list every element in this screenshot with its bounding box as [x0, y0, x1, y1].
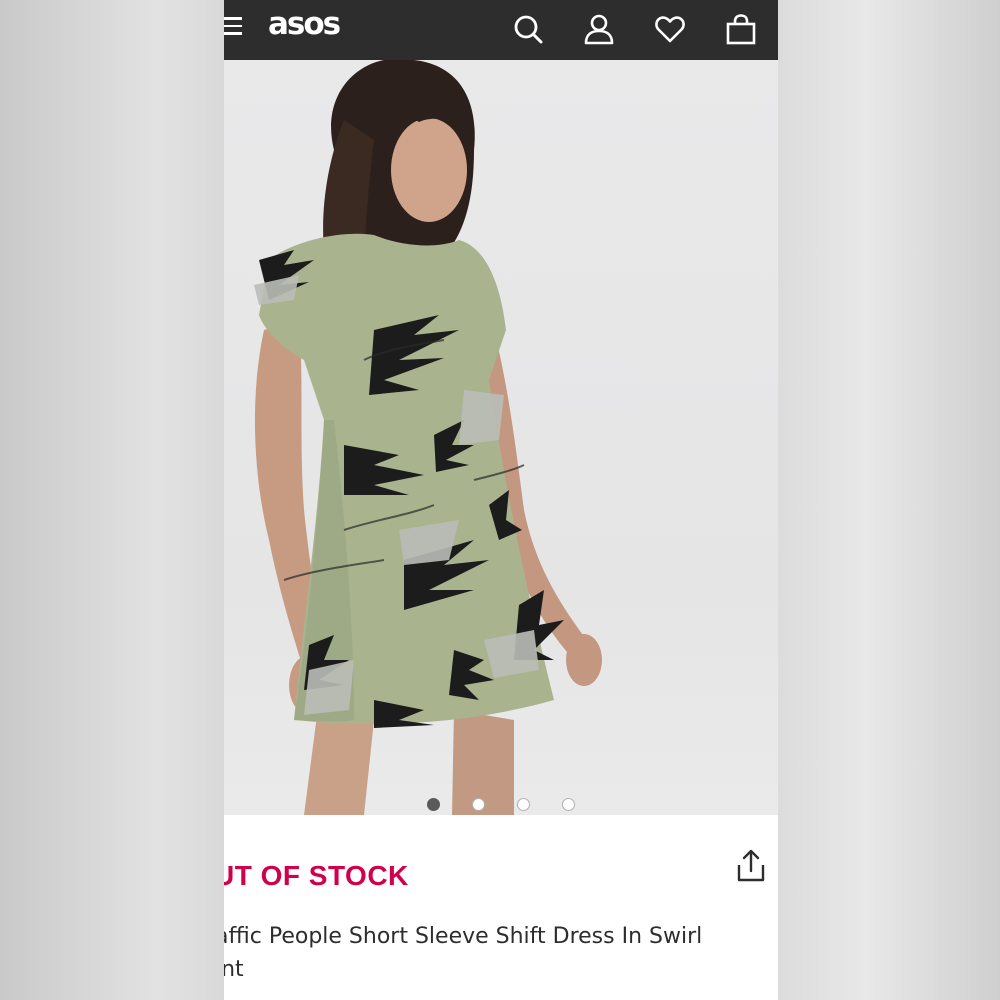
- stock-status: UT OF STOCK: [224, 860, 409, 891]
- product-title: affic People Short Sleeve Shift Dress In…: [224, 924, 703, 982]
- top-bar: asos: [224, 0, 778, 60]
- heart-icon[interactable]: [653, 12, 687, 46]
- background-left: [0, 0, 224, 1000]
- background-right: [778, 0, 1000, 1000]
- product-image[interactable]: [224, 60, 778, 815]
- gallery-dot-3[interactable]: [517, 798, 530, 811]
- bag-icon[interactable]: [724, 12, 758, 46]
- gallery-dot-2[interactable]: [472, 798, 485, 811]
- gallery-dot-1[interactable]: [427, 798, 440, 811]
- model-in-dress-photo: [254, 60, 602, 815]
- share-icon[interactable]: [736, 849, 766, 883]
- gallery-pagination: [224, 798, 778, 812]
- menu-icon[interactable]: [224, 17, 242, 37]
- phone-screen: asos UT OF STOCK ffic People Short Sleev…: [224, 0, 778, 1000]
- brand-logo[interactable]: asos: [268, 6, 341, 42]
- gallery-dot-4[interactable]: [562, 798, 575, 811]
- search-icon[interactable]: [511, 12, 545, 46]
- account-icon[interactable]: [582, 12, 616, 46]
